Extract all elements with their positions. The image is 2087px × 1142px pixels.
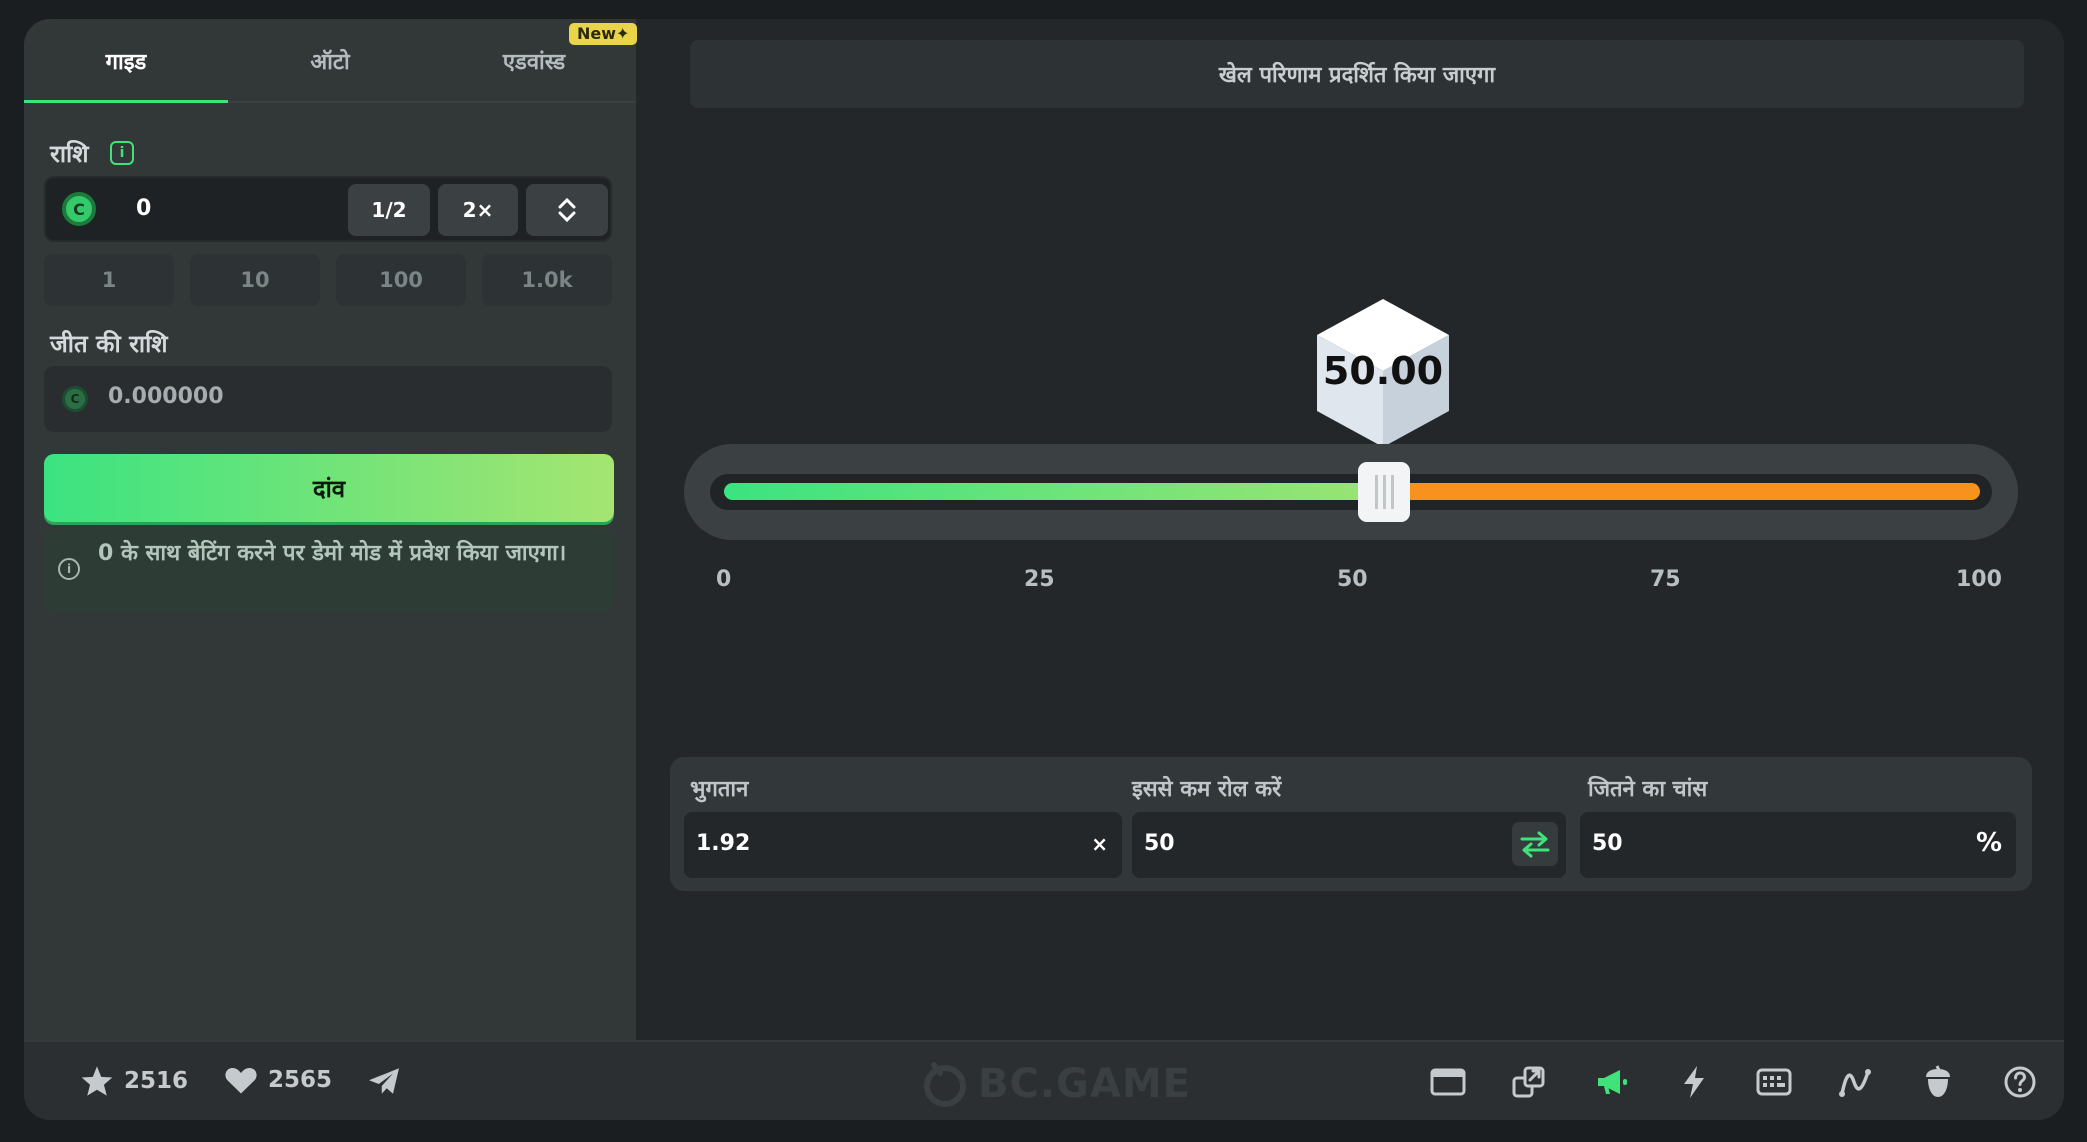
- tab-manual[interactable]: गाइड: [24, 19, 228, 103]
- multiplier-icon: ×: [1091, 832, 1108, 856]
- favorite-count[interactable]: 2516: [80, 1065, 188, 1097]
- roll-under-value[interactable]: 50: [1144, 831, 1175, 856]
- dice-result-value: 50.00: [1322, 349, 1444, 393]
- payout-label: भुगतान: [690, 777, 749, 802]
- info-icon[interactable]: i: [110, 141, 134, 165]
- amount-label: राशि: [50, 140, 89, 168]
- new-badge-label: New: [577, 24, 617, 43]
- sound-icon[interactable]: [1588, 1058, 1636, 1106]
- quick-amount-10[interactable]: 10: [190, 254, 320, 306]
- window-icon[interactable]: [1424, 1058, 1472, 1106]
- chevron-up-icon[interactable]: [557, 197, 577, 209]
- quick-amount-1k[interactable]: 1.0k: [482, 254, 612, 306]
- tick-label: 0: [716, 567, 732, 592]
- star-icon: [81, 1066, 113, 1096]
- coin-icon: C: [62, 386, 88, 412]
- like-count-value: 2565: [268, 1067, 333, 1093]
- logo-icon: [924, 1062, 966, 1107]
- bet-button[interactable]: दांव: [44, 454, 614, 522]
- win-amount-value: 0.000000: [108, 384, 224, 409]
- result-display: खेल परिणाम प्रदर्शित किया जाएगा: [690, 40, 2024, 108]
- coin-icon: C: [62, 192, 96, 226]
- win-chance-value[interactable]: 50: [1592, 831, 1623, 856]
- swap-button[interactable]: [1512, 822, 1558, 866]
- amount-input[interactable]: 0: [136, 196, 151, 221]
- win-range-fill: [724, 483, 1384, 500]
- quick-amount-100[interactable]: 100: [336, 254, 466, 306]
- chevron-down-icon[interactable]: [557, 211, 577, 223]
- double-button[interactable]: 2×: [438, 184, 518, 236]
- bet-panel: गाइड ऑटो एडवांस्ड New✦ राशि i C 0 1/2 2×…: [24, 19, 638, 1040]
- win-chance-label: जितने का चांस: [1588, 777, 1708, 802]
- win-chance-field[interactable]: 50 %: [1580, 812, 2016, 878]
- keyboard-icon[interactable]: [1750, 1058, 1798, 1106]
- payout-field[interactable]: 1.92 ×: [684, 812, 1122, 878]
- telegram-icon: [369, 1068, 399, 1094]
- tick-label: 75: [1650, 567, 1681, 592]
- active-tab-indicator: [24, 100, 228, 103]
- half-button[interactable]: 1/2: [348, 184, 430, 236]
- tab-auto[interactable]: ऑटो: [228, 19, 432, 103]
- amount-input-box[interactable]: C 0 1/2 2×: [44, 176, 612, 242]
- roll-under-label: इससे कम रोल करें: [1132, 777, 1282, 802]
- demo-notice-text: 0 के साथ बेटिंग करने पर डेमो मोड में प्र…: [98, 541, 567, 566]
- mode-tabs: गाइड ऑटो एडवांस्ड New✦: [24, 19, 638, 103]
- popout-icon[interactable]: [1506, 1058, 1554, 1106]
- lightning-icon[interactable]: [1670, 1058, 1718, 1106]
- win-amount-label: जीत की राशि: [50, 330, 168, 358]
- tick-label: 50: [1337, 567, 1368, 592]
- lose-range-fill: [1386, 483, 1980, 500]
- favorite-count-value: 2516: [124, 1068, 189, 1094]
- footer-bar: 2516 2565 BC.GAME: [24, 1040, 2064, 1120]
- share-button[interactable]: [366, 1065, 402, 1097]
- info-icon: i: [58, 558, 80, 580]
- like-count[interactable]: 2565: [224, 1065, 332, 1095]
- slider-handle[interactable]: [1358, 462, 1410, 522]
- win-amount-box: C 0.000000: [44, 366, 612, 432]
- heart-icon: [225, 1067, 257, 1094]
- percent-icon: %: [1975, 828, 2002, 858]
- tick-label: 100: [1956, 567, 2002, 592]
- roll-under-field[interactable]: 50: [1132, 812, 1566, 878]
- tick-label: 25: [1024, 567, 1055, 592]
- swap-icon: [1520, 831, 1550, 858]
- quick-amount-1[interactable]: 1: [44, 254, 174, 306]
- brand-logo: BC.GAME: [922, 1061, 1191, 1107]
- demo-notice: i 0 के साथ बेटिंग करने पर डेमो मोड में प…: [44, 529, 614, 611]
- amount-stepper[interactable]: [526, 184, 608, 236]
- chart-icon[interactable]: [1832, 1058, 1880, 1106]
- brand-logo-text: BC.GAME: [978, 1061, 1191, 1107]
- help-icon[interactable]: [1996, 1058, 2044, 1106]
- payout-value[interactable]: 1.92: [696, 831, 750, 856]
- new-badge: New✦: [569, 23, 638, 45]
- game-frame: गाइड ऑटो एडवांस्ड New✦ राशि i C 0 1/2 2×…: [24, 19, 2064, 1120]
- acorn-icon[interactable]: [1914, 1058, 1962, 1106]
